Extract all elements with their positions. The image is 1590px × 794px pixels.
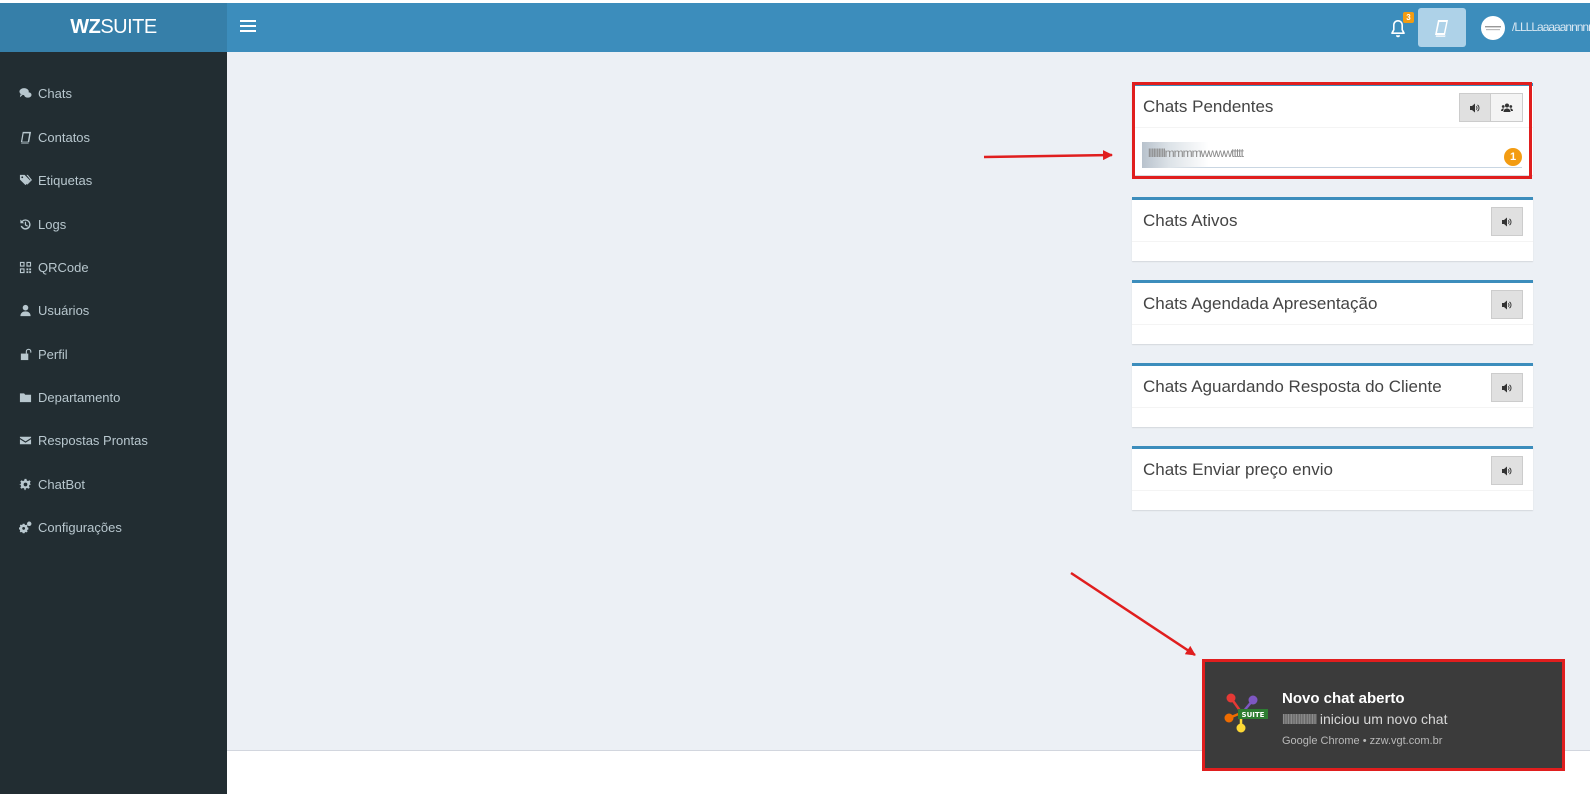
sound-toggle-button[interactable] [1459, 93, 1491, 122]
sidebar-item-respostas-prontas[interactable]: Respostas Prontas [0, 420, 227, 460]
box-tools [1491, 290, 1523, 319]
box-header: Chats Agendada Apresentação [1132, 283, 1533, 325]
notification-message: lllllllllllllllllllll iniciou um novo cha… [1282, 711, 1447, 727]
box-body [1132, 242, 1533, 261]
sidebar-item-label: Departamento [38, 389, 121, 405]
notification-text: iniciou um novo chat [1319, 711, 1448, 727]
box-body [1132, 408, 1533, 427]
sidebar-item-chatbot[interactable]: ChatBot [0, 464, 227, 504]
box-chats-ativos: Chats Ativos [1132, 197, 1533, 261]
box-tools [1491, 456, 1523, 485]
volume-icon [1502, 383, 1512, 392]
sidebar-item-configuracoes[interactable]: Configurações [0, 507, 227, 547]
box-title: Chats Agendada Apresentação [1143, 294, 1378, 313]
book-icon [18, 130, 32, 144]
sidebar-item-label: Chats [38, 85, 72, 101]
box-tools [1491, 373, 1523, 402]
cogs-icon [18, 520, 32, 534]
box-chats-agendada: Chats Agendada Apresentação [1132, 280, 1533, 344]
notification-sender: lllllllllllllllllllll [1282, 711, 1317, 727]
sidebar-item-label: Respostas Prontas [38, 432, 148, 448]
box-chats-aguardando: Chats Aguardando Resposta do Cliente [1132, 363, 1533, 427]
logo[interactable]: WZ SUITE [0, 3, 227, 52]
sound-toggle-button[interactable] [1491, 456, 1523, 485]
volume-icon [1502, 300, 1512, 309]
sidebar-item-label: QRCode [38, 259, 89, 275]
box-body [1132, 325, 1533, 344]
sidebar: Chats Contatos Etiquetas Logs QRCode Usu… [0, 52, 227, 794]
desktop-notification[interactable]: SUITE Novo chat aberto lllllllllllllllll… [1205, 662, 1562, 769]
sidebar-item-etiquetas[interactable]: Etiquetas [0, 160, 227, 200]
box-title: Chats Ativos [1143, 211, 1238, 230]
user-icon [18, 303, 32, 317]
box-body [1132, 491, 1533, 510]
envelope-icon [18, 433, 32, 447]
unlock-icon [18, 347, 32, 361]
sidebar-item-contatos[interactable]: Contatos [0, 117, 227, 157]
volume-icon [1502, 466, 1512, 475]
cog-icon [18, 477, 32, 491]
book-icon [1435, 19, 1448, 37]
sidebar-item-perfil[interactable]: Perfil [0, 334, 227, 374]
box-tools [1459, 93, 1523, 122]
sidebar-item-departamento[interactable]: Departamento [0, 377, 227, 417]
users-icon [1500, 103, 1513, 112]
tags-icon [18, 173, 32, 187]
sidebar-item-label: Contatos [38, 129, 91, 145]
sound-toggle-button[interactable] [1491, 373, 1523, 402]
notification-count-badge: 3 [1403, 12, 1414, 23]
box-header: Chats Aguardando Resposta do Cliente [1132, 366, 1533, 408]
sidebar-item-label: Configurações [38, 519, 122, 535]
comments-icon [18, 86, 32, 100]
box-chats-pendentes: Chats Pendentes llllllllllmmmmwwwwttttt … [1132, 83, 1533, 175]
sidebar-item-label: Perfil [38, 346, 68, 362]
pending-chat-name: llllllllllmmmmwwwwttttt [1142, 142, 1253, 168]
sidebar-item-usuarios[interactable]: Usuários [0, 290, 227, 330]
group-users-button[interactable] [1491, 93, 1523, 122]
folder-icon [18, 390, 32, 404]
notification-source: Google Chrome • zzw.vgt.com.br [1282, 735, 1443, 747]
app-logo-icon: SUITE [1224, 693, 1268, 733]
sidebar-item-label: Etiquetas [38, 172, 93, 188]
pending-count-badge: 1 [1504, 148, 1522, 166]
volume-icon [1470, 103, 1480, 112]
box-header: Chats Ativos [1132, 200, 1533, 242]
history-icon [18, 217, 32, 231]
qrcode-icon [18, 260, 32, 274]
volume-icon [1502, 217, 1512, 226]
sidebar-item-label: ChatBot [38, 476, 85, 492]
username[interactable]: /LLLLaaaaannnnn [1512, 20, 1590, 34]
sidebar-item-label: Usuários [38, 302, 90, 318]
sidebar-item-logs[interactable]: Logs [0, 204, 227, 244]
sidebar-item-qrcode[interactable]: QRCode [0, 247, 227, 287]
top-navbar: WZ SUITE 3 /LLLLaaaaannnnn [0, 3, 1590, 52]
box-header: Chats Pendentes [1132, 86, 1533, 128]
list-item[interactable]: llllllllllmmmmwwwwttttt 1 [1142, 142, 1522, 168]
box-title: Chats Enviar preço envio [1143, 460, 1333, 479]
logo-light: SUITE [100, 16, 157, 38]
box-title: Chats Aguardando Resposta do Cliente [1143, 377, 1442, 396]
avatar[interactable] [1481, 16, 1505, 40]
sidebar-item-label: Logs [38, 216, 67, 232]
logo-bold: WZ [70, 16, 101, 38]
book-button[interactable] [1418, 8, 1466, 47]
box-title: Chats Pendentes [1143, 97, 1274, 116]
box-header: Chats Enviar preço envio [1132, 449, 1533, 491]
notification-title: Novo chat aberto [1282, 690, 1405, 707]
avatar-logo-icon [1485, 26, 1501, 31]
sound-toggle-button[interactable] [1491, 207, 1523, 236]
box-chats-enviar-preco: Chats Enviar preço envio [1132, 446, 1533, 510]
sidebar-item-chats[interactable]: Chats [0, 73, 227, 113]
sound-toggle-button[interactable] [1491, 290, 1523, 319]
box-body: llllllllllmmmmwwwwttttt 1 [1132, 128, 1533, 175]
sidebar-toggle-icon[interactable] [240, 17, 256, 37]
box-tools [1491, 207, 1523, 236]
app-logo-text: SUITE [1242, 711, 1265, 719]
